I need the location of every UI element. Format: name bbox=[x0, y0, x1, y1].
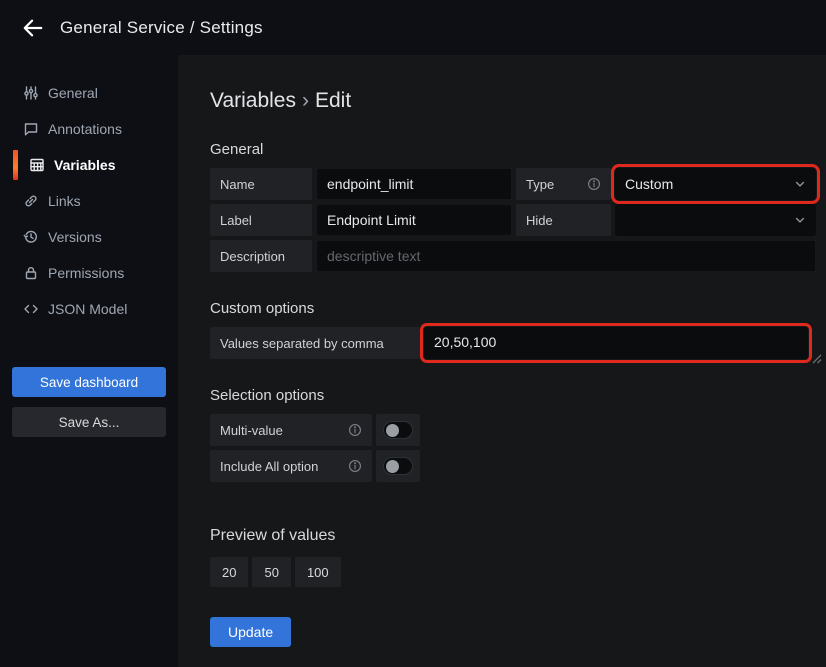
code-icon bbox=[22, 301, 39, 318]
values-label: Values separated by comma bbox=[210, 327, 420, 359]
description-label: Description bbox=[210, 240, 312, 272]
app-window: General Service / Settings General Annot… bbox=[0, 0, 826, 667]
breadcrumb: Variables›Edit bbox=[210, 89, 816, 113]
toggle-track bbox=[383, 421, 413, 439]
toggle-knob bbox=[386, 424, 399, 437]
resize-handle-icon[interactable] bbox=[812, 351, 822, 361]
comment-icon bbox=[22, 121, 39, 138]
preview-chip: 50 bbox=[252, 557, 290, 587]
sidebar-item-permissions[interactable]: Permissions bbox=[0, 255, 178, 291]
type-select-value: Custom bbox=[625, 176, 673, 192]
preview-chip: 100 bbox=[295, 557, 341, 587]
sidebar-item-versions[interactable]: Versions bbox=[0, 219, 178, 255]
sidebar-item-label: Permissions bbox=[48, 265, 124, 281]
multi-value-label-text: Multi-value bbox=[220, 423, 283, 438]
name-input[interactable] bbox=[316, 168, 512, 200]
back-button[interactable] bbox=[16, 11, 50, 45]
chevron-down-icon bbox=[794, 178, 806, 190]
sidebar-item-label: Versions bbox=[48, 229, 102, 245]
multi-value-row: Multi-value bbox=[210, 414, 816, 446]
multi-value-label: Multi-value bbox=[210, 414, 372, 446]
save-as-button[interactable]: Save As... bbox=[12, 407, 166, 437]
info-icon[interactable] bbox=[348, 459, 362, 473]
sidebar-item-links[interactable]: Links bbox=[0, 183, 178, 219]
selection-options-heading: Selection options bbox=[210, 387, 816, 404]
preview-chip: 20 bbox=[210, 557, 248, 587]
sliders-icon bbox=[22, 85, 39, 102]
include-all-label: Include All option bbox=[210, 450, 372, 482]
info-icon[interactable] bbox=[348, 423, 362, 437]
type-select[interactable]: Custom bbox=[615, 168, 816, 200]
sidebar-item-label: JSON Model bbox=[48, 301, 127, 317]
link-icon bbox=[22, 193, 39, 210]
sidebar-item-label: Links bbox=[48, 193, 81, 209]
hide-label: Hide bbox=[516, 204, 611, 236]
lock-icon bbox=[22, 265, 39, 282]
hide-label-text: Hide bbox=[526, 213, 553, 228]
preview-chips: 20 50 100 bbox=[210, 557, 816, 587]
breadcrumb-variables: Variables bbox=[210, 89, 296, 112]
values-row: Values separated by comma 20,50,100 bbox=[210, 327, 816, 359]
info-icon[interactable] bbox=[587, 177, 601, 191]
sidebar-item-label: Annotations bbox=[48, 121, 122, 137]
include-all-row: Include All option bbox=[210, 450, 816, 482]
sidebar-item-json-model[interactable]: JSON Model bbox=[0, 291, 178, 327]
name-label: Name bbox=[210, 168, 312, 200]
custom-options-heading: Custom options bbox=[210, 300, 816, 317]
label-input[interactable] bbox=[316, 204, 512, 236]
description-input[interactable] bbox=[316, 240, 816, 272]
table-icon bbox=[28, 157, 45, 174]
name-type-row: Name Type Custom bbox=[210, 168, 816, 200]
general-section-heading: General bbox=[210, 141, 816, 158]
arrow-left-icon bbox=[22, 17, 44, 39]
preview-heading: Preview of values bbox=[210, 527, 816, 545]
type-label-text: Type bbox=[526, 177, 554, 192]
label-label: Label bbox=[210, 204, 312, 236]
sidebar-item-label: General bbox=[48, 85, 98, 101]
variables-edit-panel: Variables›Edit General Name Type Custom bbox=[178, 55, 826, 667]
save-dashboard-button[interactable]: Save dashboard bbox=[12, 367, 166, 397]
sidebar-item-variables[interactable]: Variables bbox=[0, 147, 178, 183]
update-button[interactable]: Update bbox=[210, 617, 291, 647]
sidebar-item-general[interactable]: General bbox=[0, 75, 178, 111]
page-title: General Service / Settings bbox=[60, 18, 263, 38]
type-label: Type bbox=[516, 168, 611, 200]
sidebar-item-annotations[interactable]: Annotations bbox=[0, 111, 178, 147]
include-all-label-text: Include All option bbox=[220, 459, 318, 474]
hide-select[interactable] bbox=[615, 204, 816, 236]
toggle-knob bbox=[386, 460, 399, 473]
sidebar-item-label: Variables bbox=[54, 157, 116, 173]
chevron-down-icon bbox=[794, 214, 806, 226]
breadcrumb-edit: Edit bbox=[315, 89, 351, 112]
toggle-track bbox=[383, 457, 413, 475]
breadcrumb-separator: › bbox=[296, 89, 315, 112]
description-row: Description bbox=[210, 240, 816, 272]
values-textarea[interactable]: 20,50,100 bbox=[424, 327, 808, 359]
settings-sidebar: General Annotations Variables Links bbox=[0, 55, 178, 667]
top-header: General Service / Settings bbox=[0, 0, 826, 55]
label-hide-row: Label Hide bbox=[210, 204, 816, 236]
multi-value-toggle[interactable] bbox=[376, 414, 420, 446]
include-all-toggle[interactable] bbox=[376, 450, 420, 482]
history-icon bbox=[22, 229, 39, 246]
